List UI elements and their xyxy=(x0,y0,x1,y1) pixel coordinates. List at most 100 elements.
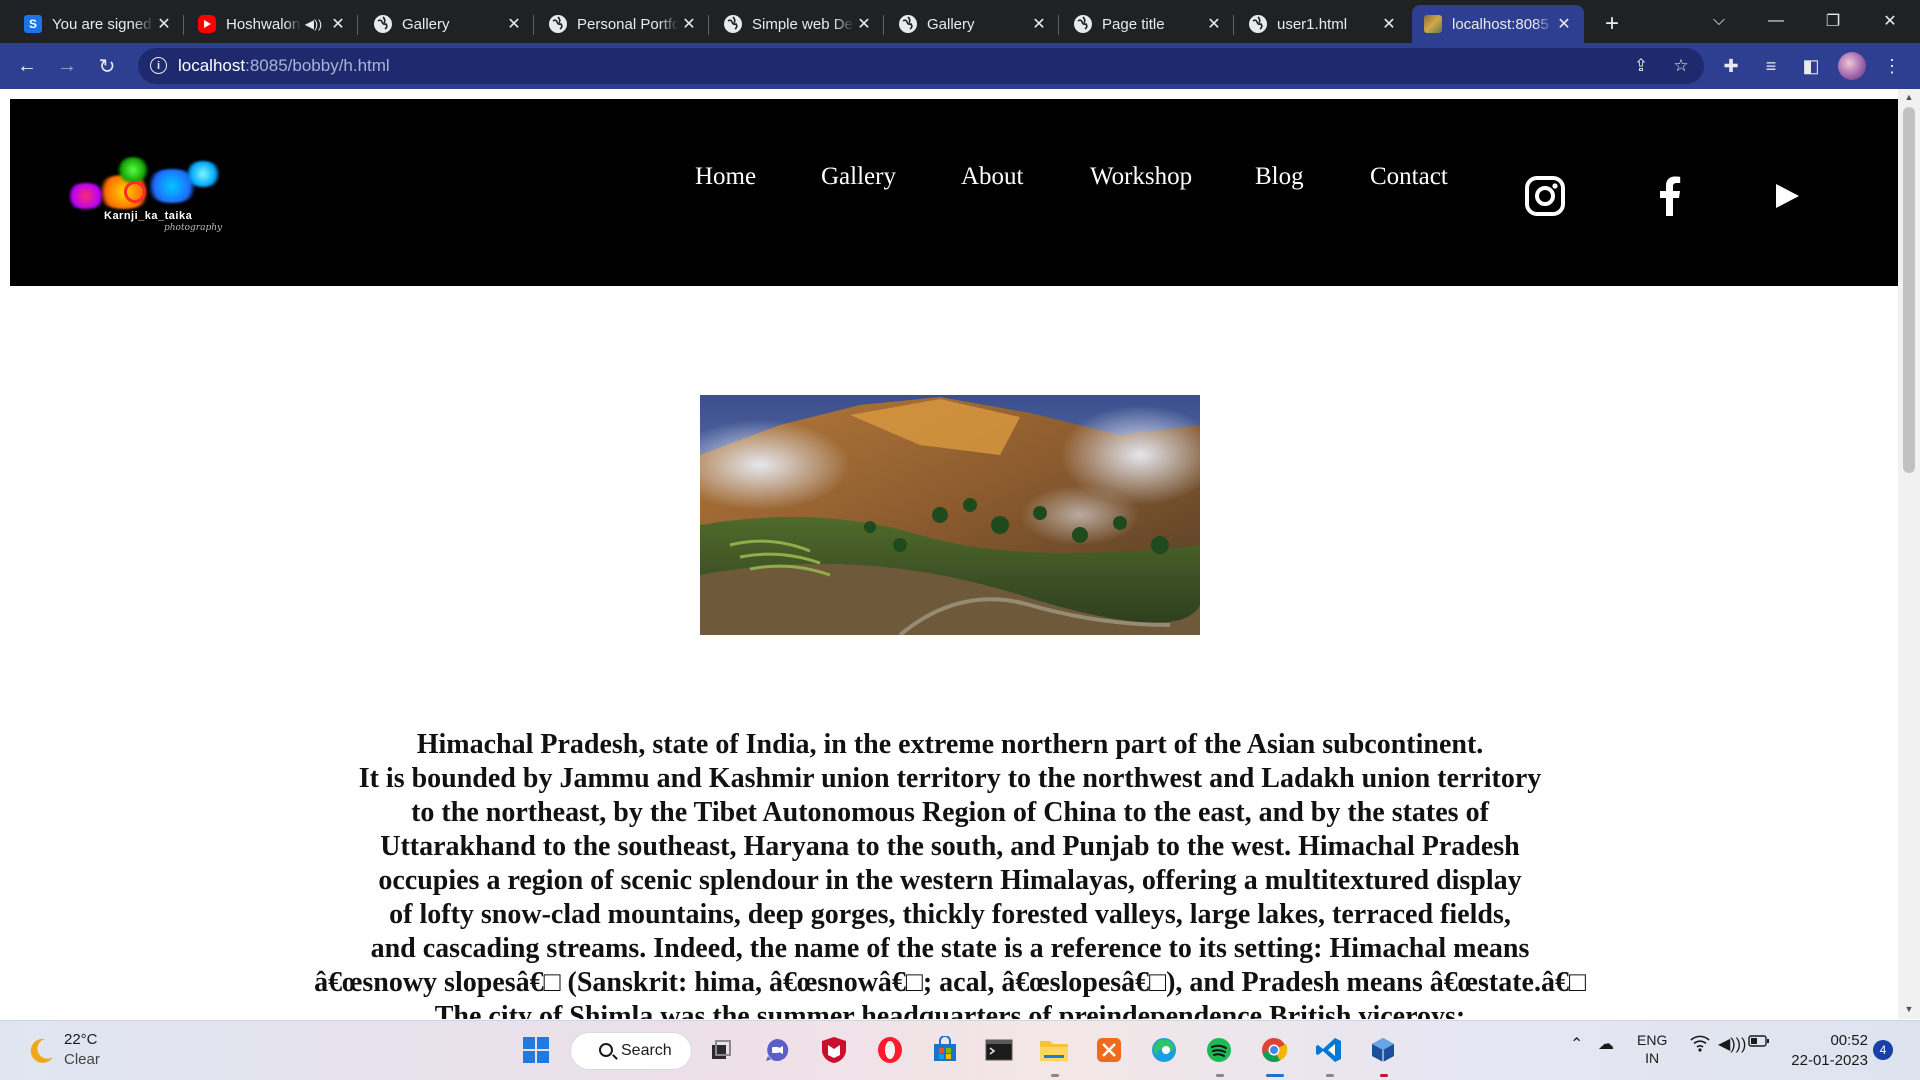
moon-weather-icon[interactable] xyxy=(26,1035,56,1065)
tab-personal-portfolio[interactable]: Personal Portfolio ✕ xyxy=(537,5,709,43)
tab-signed-in[interactable]: S You are signed in ✕ xyxy=(12,5,184,43)
article-line: and cascading streams. Indeed, the name … xyxy=(370,933,1530,964)
restore-icon[interactable]: ❐ xyxy=(1813,6,1853,36)
site-info-icon[interactable]: i xyxy=(150,57,167,74)
vscode-icon[interactable] xyxy=(1312,1033,1346,1067)
minimize-icon[interactable]: — xyxy=(1756,6,1796,36)
edge-icon[interactable] xyxy=(1147,1033,1181,1067)
language-indicator[interactable]: ENG IN xyxy=(1637,1031,1667,1067)
logo-tagline: photography xyxy=(164,223,223,233)
close-icon[interactable]: ✕ xyxy=(504,14,524,34)
weather-description[interactable]: Clear xyxy=(64,1051,100,1068)
site-logo[interactable]: Karnji_ka_taika photography xyxy=(54,147,274,237)
image-icon xyxy=(1424,15,1442,33)
app-orange-icon[interactable] xyxy=(1092,1033,1126,1067)
nav-workshop[interactable]: Workshop xyxy=(1090,163,1192,191)
new-tab-button[interactable]: + xyxy=(1598,10,1626,38)
page-scrollbar[interactable]: ▲ ▼ xyxy=(1898,89,1920,1019)
profile-avatar[interactable] xyxy=(1838,52,1866,80)
nav-home[interactable]: Home xyxy=(695,163,756,191)
extensions-icon[interactable]: ✚ xyxy=(1719,54,1743,78)
back-icon[interactable]: ← xyxy=(12,51,42,81)
nav-about[interactable]: About xyxy=(961,163,1024,191)
youtube-icon xyxy=(198,15,216,33)
nav-blog[interactable]: Blog xyxy=(1255,163,1304,191)
article-line: Uttarakhand to the southeast, Haryana to… xyxy=(380,831,1520,862)
terminal-icon[interactable] xyxy=(982,1033,1016,1067)
tab-simple-web-design[interactable]: Simple web Design ✕ xyxy=(712,5,884,43)
close-icon[interactable]: ✕ xyxy=(1554,14,1574,34)
scroll-down-icon[interactable]: ▼ xyxy=(1903,1004,1915,1016)
search-label: Search xyxy=(621,1042,672,1059)
article-line: of lofty snow-clad mountains, deep gorge… xyxy=(389,899,1511,930)
bookmark-star-icon[interactable]: ☆ xyxy=(1670,55,1692,77)
running-indicator xyxy=(1051,1074,1059,1077)
article-line: â€œsnowy slopesâ€□ (Sanskrit: hima, â€œs… xyxy=(314,967,1586,998)
weather-temperature[interactable]: 22°C xyxy=(64,1031,98,1048)
share-icon[interactable]: ⇪ xyxy=(1630,55,1652,77)
instagram-icon[interactable] xyxy=(1524,175,1566,217)
reload-icon[interactable]: ↻ xyxy=(92,51,122,81)
mcafee-icon[interactable] xyxy=(817,1033,851,1067)
volume-icon[interactable]: ◀))) xyxy=(1718,1034,1746,1054)
globe-icon xyxy=(899,15,917,33)
globe-icon xyxy=(374,15,392,33)
system-clock[interactable]: 00:52 22-01-2023 xyxy=(1786,1031,1868,1071)
close-icon[interactable]: ✕ xyxy=(854,14,874,34)
window-close-icon[interactable]: ✕ xyxy=(1870,6,1910,36)
show-hidden-icons[interactable]: ⌃ xyxy=(1570,1034,1583,1054)
tab-title: Simple web Design xyxy=(752,15,854,33)
close-icon[interactable]: ✕ xyxy=(1029,14,1049,34)
close-icon[interactable]: ✕ xyxy=(154,14,174,34)
forward-icon[interactable]: → xyxy=(52,51,82,81)
taskbar-search[interactable]: Search xyxy=(570,1032,692,1070)
youtube-play-icon[interactable] xyxy=(1772,175,1802,217)
virtualbox-icon[interactable] xyxy=(1366,1033,1400,1067)
address-bar[interactable]: i localhost:8085/bobby/h.html ⇪ ☆ xyxy=(138,48,1704,84)
page-viewport: Karnji_ka_taika photography Home Gallery… xyxy=(0,89,1898,1019)
scroll-up-icon[interactable]: ▲ xyxy=(1903,92,1915,104)
task-view-icon[interactable] xyxy=(704,1033,738,1067)
file-explorer-icon[interactable] xyxy=(1037,1033,1071,1067)
article-line: The city of Shimla was the summer headqu… xyxy=(434,1001,1466,1019)
notification-badge[interactable]: 4 xyxy=(1873,1040,1893,1060)
close-icon[interactable]: ✕ xyxy=(679,14,699,34)
windows-start-icon[interactable] xyxy=(519,1033,553,1067)
running-indicator xyxy=(1380,1074,1388,1077)
nav-contact[interactable]: Contact xyxy=(1370,163,1448,191)
facebook-icon[interactable] xyxy=(1654,175,1684,217)
url-text[interactable]: localhost:8085/bobby/h.html xyxy=(178,56,390,76)
tab-page-title[interactable]: Page title ✕ xyxy=(1062,5,1234,43)
tab-title: Gallery xyxy=(927,15,975,33)
microsoft-store-icon[interactable] xyxy=(928,1033,962,1067)
tab-hoshwalon[interactable]: Hoshwalon ◀)) ✕ xyxy=(186,5,358,43)
article-line: to the northeast, by the Tibet Autonomou… xyxy=(411,797,1489,828)
chrome-icon[interactable] xyxy=(1257,1033,1291,1067)
nav-gallery[interactable]: Gallery xyxy=(821,163,896,191)
logo-brand-text: Karnji_ka_taika xyxy=(104,210,193,222)
battery-icon[interactable] xyxy=(1748,1034,1770,1053)
scrollbar-thumb[interactable] xyxy=(1903,107,1915,473)
globe-icon xyxy=(1249,15,1267,33)
spotify-icon[interactable] xyxy=(1202,1033,1236,1067)
speaker-icon[interactable]: ◀)) xyxy=(305,17,322,31)
site-s-icon: S xyxy=(24,15,42,33)
tab-gallery-2[interactable]: Gallery ✕ xyxy=(887,5,1059,43)
close-icon[interactable]: ✕ xyxy=(1379,14,1399,34)
tab-gallery[interactable]: Gallery ✕ xyxy=(362,5,534,43)
search-icon xyxy=(599,1043,613,1057)
tab-search-icon[interactable]: ⌵ xyxy=(1699,6,1739,36)
wifi-icon[interactable] xyxy=(1690,1034,1710,1057)
close-icon[interactable]: ✕ xyxy=(328,14,348,34)
tab-localhost-active[interactable]: localhost:8085 ✕ xyxy=(1412,5,1584,43)
tab-user1[interactable]: user1.html ✕ xyxy=(1237,5,1409,43)
side-panel-icon[interactable]: ◧ xyxy=(1799,54,1823,78)
menu-kebab-icon[interactable]: ⋮ xyxy=(1880,54,1904,78)
article-text: Himachal Pradesh, state of India, in the… xyxy=(230,728,1670,1019)
close-icon[interactable]: ✕ xyxy=(1204,14,1224,34)
globe-icon xyxy=(549,15,567,33)
media-control-icon[interactable]: ≡ xyxy=(1759,54,1783,78)
chat-icon[interactable] xyxy=(760,1033,794,1067)
onedrive-icon[interactable]: ☁ xyxy=(1598,1034,1614,1054)
opera-icon[interactable] xyxy=(873,1033,907,1067)
